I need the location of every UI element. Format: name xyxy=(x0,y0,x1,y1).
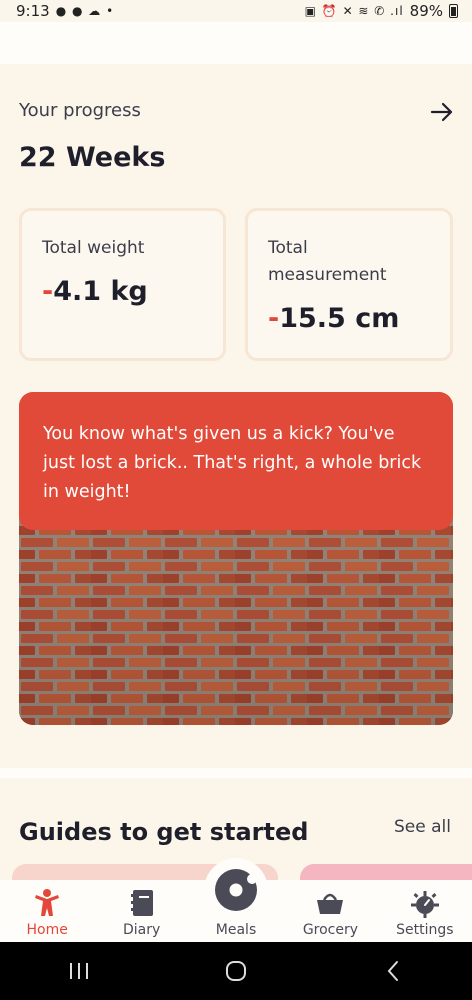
stat-label: Total measurement xyxy=(268,238,387,285)
home-circle-icon xyxy=(225,961,246,981)
recents-icon xyxy=(69,963,88,979)
status-right: ▣ ⏰ ✕ ≋ ✆ .ıl 89% xyxy=(305,2,458,20)
progress-label: Your progress xyxy=(19,100,141,121)
milestone-message: You know what's given us a kick? You've … xyxy=(19,392,453,530)
weight-value: 4.1 kg xyxy=(53,276,148,307)
arrow-right-icon xyxy=(430,102,453,122)
notification-icons: ● ● ☁ • xyxy=(55,4,115,18)
status-time: 9:13 xyxy=(16,2,50,20)
battery-percent: 89% xyxy=(409,2,443,20)
recents-button[interactable] xyxy=(59,951,99,991)
total-weight-card[interactable]: Total weight -4.1 kg xyxy=(19,208,226,361)
nav-settings[interactable]: Settings xyxy=(378,880,472,942)
nav-grocery[interactable]: Grocery xyxy=(283,880,377,942)
nav-diary[interactable]: Diary xyxy=(94,880,188,942)
meals-bubble xyxy=(204,858,269,922)
nav-label: Diary xyxy=(122,922,161,938)
weeks-title: 22 Weeks xyxy=(19,142,166,173)
bottom-navigation: Home Diary Meals Grocery Settings xyxy=(0,858,472,942)
nav-label: Settings xyxy=(396,922,454,938)
nav-label: Meals xyxy=(215,922,257,938)
status-bar: 9:13 ● ● ☁ • ▣ ⏰ ✕ ≋ ✆ .ıl 89% xyxy=(0,0,472,22)
nav-home[interactable]: Home xyxy=(0,880,94,942)
stat-value: -4.1 kg xyxy=(42,276,203,307)
minus-sign: - xyxy=(268,303,280,334)
nav-label: Home xyxy=(26,922,68,938)
android-navigation-bar xyxy=(0,942,472,1000)
brick-milestone-card[interactable]: You know what's given us a kick? You've … xyxy=(19,392,453,725)
measurement-value: 15.5 cm xyxy=(279,303,400,334)
stat-value: -15.5 cm xyxy=(268,303,430,334)
brick-wall-image xyxy=(19,512,453,725)
system-icons: ▣ ⏰ ✕ ≋ ✆ .ıl xyxy=(304,4,404,18)
progress-arrow-button[interactable] xyxy=(428,98,456,126)
diary-icon xyxy=(130,890,153,916)
basket-icon xyxy=(317,893,344,914)
section-divider xyxy=(0,768,472,778)
back-button[interactable] xyxy=(373,951,413,991)
nav-meals[interactable]: Meals xyxy=(189,858,283,942)
total-measurement-card[interactable]: Total measurement -15.5 cm xyxy=(245,208,453,361)
guides-title: Guides to get started xyxy=(19,818,309,846)
status-left: 9:13 ● ● ☁ • xyxy=(16,2,114,20)
battery-icon xyxy=(449,4,458,18)
back-chevron-icon xyxy=(387,961,399,981)
nav-label: Grocery xyxy=(302,922,359,938)
top-strip xyxy=(0,22,472,64)
minus-sign: - xyxy=(42,276,54,307)
gear-icon xyxy=(410,891,439,918)
person-icon xyxy=(35,889,60,916)
stat-label: Total weight xyxy=(42,238,145,258)
home-system-button[interactable] xyxy=(216,951,256,991)
donut-icon xyxy=(215,869,258,911)
see-all-link[interactable]: See all xyxy=(394,817,451,837)
